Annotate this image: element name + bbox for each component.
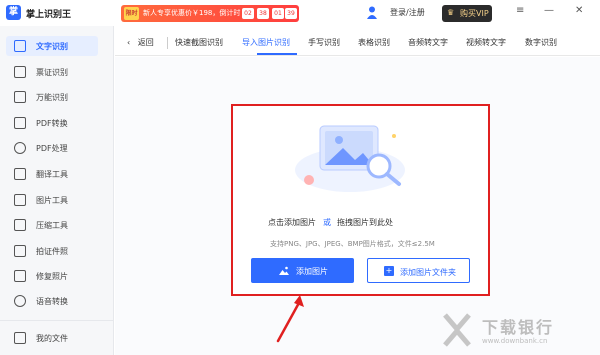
sidebar-item-pdf-convert[interactable]: PDF转换 <box>6 113 98 133</box>
crown-icon: ♛ <box>447 8 455 17</box>
folder-icon <box>14 332 26 344</box>
sidebar-item-label: 万能识别 <box>36 93 68 102</box>
ticket-icon <box>14 66 26 78</box>
minimize-icon[interactable]: — <box>544 5 554 16</box>
title-bar: 掌 掌上识别王 限时 新人专享优惠价￥198，倒计时 02 38 01 39 登… <box>0 0 600 26</box>
tab-video-to-text[interactable]: 视频转文字 <box>466 37 506 48</box>
drop-subtitle: 支持PNG、JPG、JPEG、BMP图片格式，文件≤2.5M <box>270 240 435 248</box>
user-icon[interactable] <box>367 6 377 19</box>
active-tab-indicator <box>257 53 297 55</box>
sidebar-item-label: 语音转换 <box>36 297 68 306</box>
buy-vip-button[interactable]: ♛ 购买VIP <box>442 5 492 22</box>
tab-handwriting[interactable]: 手写识别 <box>308 37 340 48</box>
back-button[interactable]: ‹ 返回 <box>127 37 154 48</box>
drop-title-drag: 拖拽图片到此处 <box>337 218 393 227</box>
login-link[interactable]: 登录/注册 <box>390 7 425 18</box>
tab-quick-screenshot[interactable]: 快速截图识别 <box>175 37 223 48</box>
sidebar-item-repair-photo[interactable]: 修复照片 <box>6 266 98 286</box>
tab-import-image[interactable]: 导入图片识别 <box>242 37 290 48</box>
translate-icon <box>14 168 26 180</box>
tab-table[interactable]: 表格识别 <box>358 37 390 48</box>
drop-title-or: 或 <box>323 218 331 227</box>
sidebar-item-text-recognition[interactable]: 文字识别 <box>6 36 98 56</box>
pdf-process-icon <box>14 142 26 154</box>
sidebar-item-pdf-process[interactable]: PDF处理 <box>6 138 98 158</box>
tab-digit[interactable]: 数字识别 <box>525 37 557 48</box>
drop-title-click: 点击添加图片 <box>268 218 316 227</box>
pdf-convert-icon <box>14 117 26 129</box>
menu-icon[interactable]: ≡ <box>516 5 524 16</box>
add-folder-label: 添加图片文件夹 <box>400 268 456 277</box>
sidebar-item-my-files[interactable]: 我的文件 <box>6 328 98 348</box>
watermark-logo-icon <box>442 313 472 347</box>
app-logo: 掌 <box>6 5 21 20</box>
sidebar-item-label: 票证识别 <box>36 68 68 77</box>
compress-icon <box>14 219 26 231</box>
plus-icon: + <box>384 266 394 276</box>
sidebar-item-voice-convert[interactable]: 语音转换 <box>6 291 98 311</box>
countdown-hours: 02 <box>242 8 254 19</box>
sidebar-divider <box>0 320 113 321</box>
tab-audio-to-text[interactable]: 音频转文字 <box>408 37 448 48</box>
watermark-text: 下载银行 <box>482 318 555 337</box>
buy-vip-label: 购买VIP <box>460 9 489 18</box>
image-icon <box>279 266 289 275</box>
sidebar-item-label: 文字识别 <box>36 42 68 51</box>
chevron-left-icon: ‹ <box>127 38 131 47</box>
id-photo-icon <box>14 245 26 257</box>
sidebar-item-label: 图片工具 <box>36 196 68 205</box>
annotation-arrow-icon <box>270 293 310 345</box>
countdown-minutes: 38 <box>257 8 269 19</box>
add-folder-button[interactable]: + 添加图片文件夹 <box>367 258 470 283</box>
promo-banner[interactable]: 限时 新人专享优惠价￥198，倒计时 02 38 01 39 <box>121 5 299 22</box>
upload-image-illustration <box>295 118 415 198</box>
countdown-seconds: 01 <box>272 8 284 19</box>
sidebar-item-label: 翻译工具 <box>36 170 68 179</box>
sidebar-item-translate[interactable]: 翻译工具 <box>6 164 98 184</box>
voice-convert-icon <box>14 295 26 307</box>
close-icon[interactable]: ✕ <box>575 5 583 16</box>
add-image-button[interactable]: 添加图片 <box>251 258 354 283</box>
countdown-ms: 39 <box>285 8 297 19</box>
watermark: 下载银行 www.downbank.cn <box>442 309 597 351</box>
sidebar-item-compress[interactable]: 压缩工具 <box>6 215 98 235</box>
repair-photo-icon <box>14 270 26 282</box>
promo-text: 新人专享优惠价￥198，倒计时 <box>143 9 241 17</box>
text-recognition-icon <box>14 40 26 52</box>
sidebar-item-label: PDF转换 <box>36 119 68 128</box>
promo-badge: 限时 <box>124 7 139 20</box>
sidebar-item-label: PDF处理 <box>36 144 68 153</box>
sidebar-item-id-photo[interactable]: 拍证件照 <box>6 241 98 261</box>
app-name: 掌上识别王 <box>26 10 72 20</box>
sidebar-item-universal[interactable]: 万能识别 <box>6 87 98 107</box>
tab-divider <box>167 37 168 49</box>
sidebar-item-label: 修复照片 <box>36 272 68 281</box>
sidebar-item-label: 我的文件 <box>36 334 68 343</box>
add-image-label: 添加图片 <box>296 267 328 276</box>
back-label: 返回 <box>137 38 154 47</box>
universal-scan-icon <box>14 91 26 103</box>
sidebar-item-label: 拍证件照 <box>36 247 68 256</box>
tab-bar: ‹ 返回 快速截图识别 导入图片识别 手写识别 表格识别 音频转文字 视频转文字… <box>115 28 600 56</box>
image-tool-icon <box>14 194 26 206</box>
watermark-url: www.downbank.cn <box>482 337 548 345</box>
sidebar-item-label: 压缩工具 <box>36 221 68 230</box>
sidebar: 文字识别 票证识别 万能识别 PDF转换 PDF处理 翻译工具 图片工具 压缩工… <box>0 26 114 355</box>
sidebar-item-image-tool[interactable]: 图片工具 <box>6 190 98 210</box>
sidebar-item-ticket[interactable]: 票证识别 <box>6 62 98 82</box>
